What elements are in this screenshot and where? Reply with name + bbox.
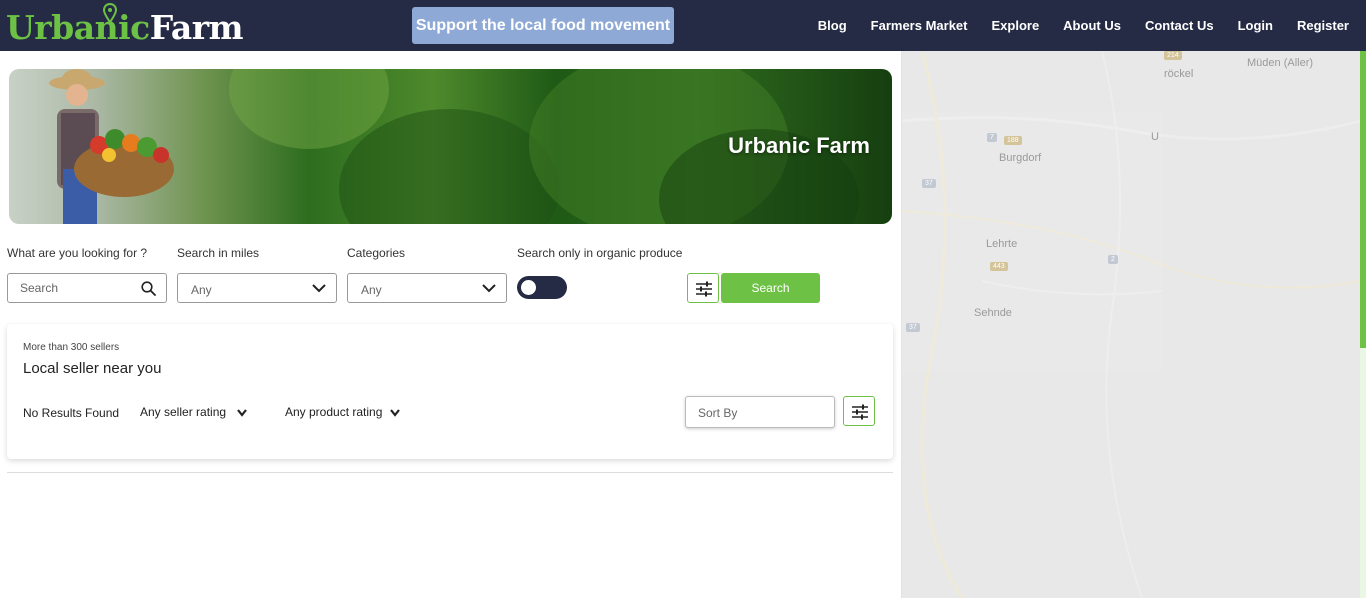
leaf-shape — [339, 109, 559, 224]
main-nav: Blog Farmers Market Explore About Us Con… — [818, 0, 1349, 51]
chevron-down-icon — [237, 409, 248, 417]
farmer-with-vegetables-image — [49, 69, 174, 224]
toggle-knob — [521, 280, 536, 295]
sliders-icon — [696, 281, 712, 297]
miles-select-value: Any — [191, 283, 212, 297]
nav-blog[interactable]: Blog — [818, 18, 847, 33]
hero-title: Urbanic Farm — [728, 133, 870, 158]
search-icon[interactable] — [141, 281, 156, 296]
results-divider — [7, 472, 893, 473]
categories-label: Categories — [347, 246, 406, 260]
nav-about-us[interactable]: About Us — [1063, 18, 1121, 33]
chevron-down-icon — [312, 284, 326, 293]
sliders-icon — [852, 404, 868, 420]
page-bottom-strip — [0, 598, 1366, 607]
categories-select[interactable]: Any — [347, 273, 507, 303]
results-filter-button[interactable] — [843, 396, 875, 426]
road-badge: 214 — [1164, 51, 1182, 60]
no-results-text: No Results Found — [23, 406, 120, 420]
hero-banner: Urbanic Farm — [9, 69, 892, 224]
top-navbar: UrbanicFarm Support the local food movem… — [0, 0, 1366, 51]
product-rating-dropdown[interactable]: Any product rating — [285, 405, 402, 419]
support-local-food-button[interactable]: Support the local food movement — [412, 7, 674, 44]
road-badge: 188 — [1004, 136, 1022, 145]
road-badge: 2 — [1108, 255, 1118, 264]
nav-contact-us[interactable]: Contact Us — [1145, 18, 1214, 33]
search-input[interactable] — [20, 281, 140, 295]
map-label-rockel: röckel — [1164, 68, 1194, 80]
seller-rating-dropdown[interactable]: Any seller rating — [140, 405, 249, 419]
sort-by-placeholder: Sort By — [698, 406, 738, 420]
organic-only-toggle[interactable] — [517, 276, 567, 299]
nav-register[interactable]: Register — [1297, 18, 1349, 33]
looking-for-label: What are you looking for ? — [7, 246, 148, 260]
search-button[interactable]: Search — [721, 273, 820, 303]
map-label-sehnde: Sehnde — [974, 307, 1012, 319]
product-rating-label: Any product rating — [285, 405, 383, 419]
organic-label: Search only in organic produce — [517, 246, 683, 260]
map-label-lehrte: Lehrte — [986, 238, 1018, 250]
map-label-u: U — [1151, 131, 1159, 143]
results-title: Local seller near you — [23, 360, 162, 377]
scrollbar-thumb[interactable] — [1360, 51, 1366, 348]
page-scrollbar[interactable] — [1360, 51, 1366, 598]
miles-select[interactable]: Any — [177, 273, 337, 303]
road-badge: 443 — [990, 262, 1008, 271]
location-pin-icon — [103, 3, 117, 23]
map-roads — [902, 51, 1360, 598]
road-badge: 37 — [922, 179, 936, 188]
site-logo[interactable]: UrbanicFarm — [6, 8, 244, 48]
advanced-filters-button[interactable] — [687, 273, 719, 303]
categories-select-value: Any — [361, 283, 382, 297]
nav-login[interactable]: Login — [1238, 18, 1273, 33]
road-badge: 37 — [906, 323, 920, 332]
results-card: More than 300 sellers Local seller near … — [7, 324, 893, 459]
road-badge: 7 — [987, 133, 997, 142]
nav-farmers-market[interactable]: Farmers Market — [871, 18, 968, 33]
chevron-down-icon — [482, 284, 496, 293]
sellers-count-subtitle: More than 300 sellers — [23, 342, 120, 353]
map-label-muden: Müden (Aller) — [1247, 57, 1314, 69]
map-label-burgdorf: Burgdorf — [999, 152, 1042, 164]
chevron-down-icon — [389, 409, 400, 417]
search-field — [7, 273, 167, 303]
nav-explore[interactable]: Explore — [991, 18, 1039, 33]
sort-by-select[interactable]: Sort By — [685, 396, 835, 428]
seller-map[interactable]: Burgdorf Lehrte Sehnde Müden (Aller) röc… — [901, 51, 1360, 598]
miles-label: Search in miles — [177, 246, 260, 260]
seller-rating-label: Any seller rating — [140, 405, 227, 419]
